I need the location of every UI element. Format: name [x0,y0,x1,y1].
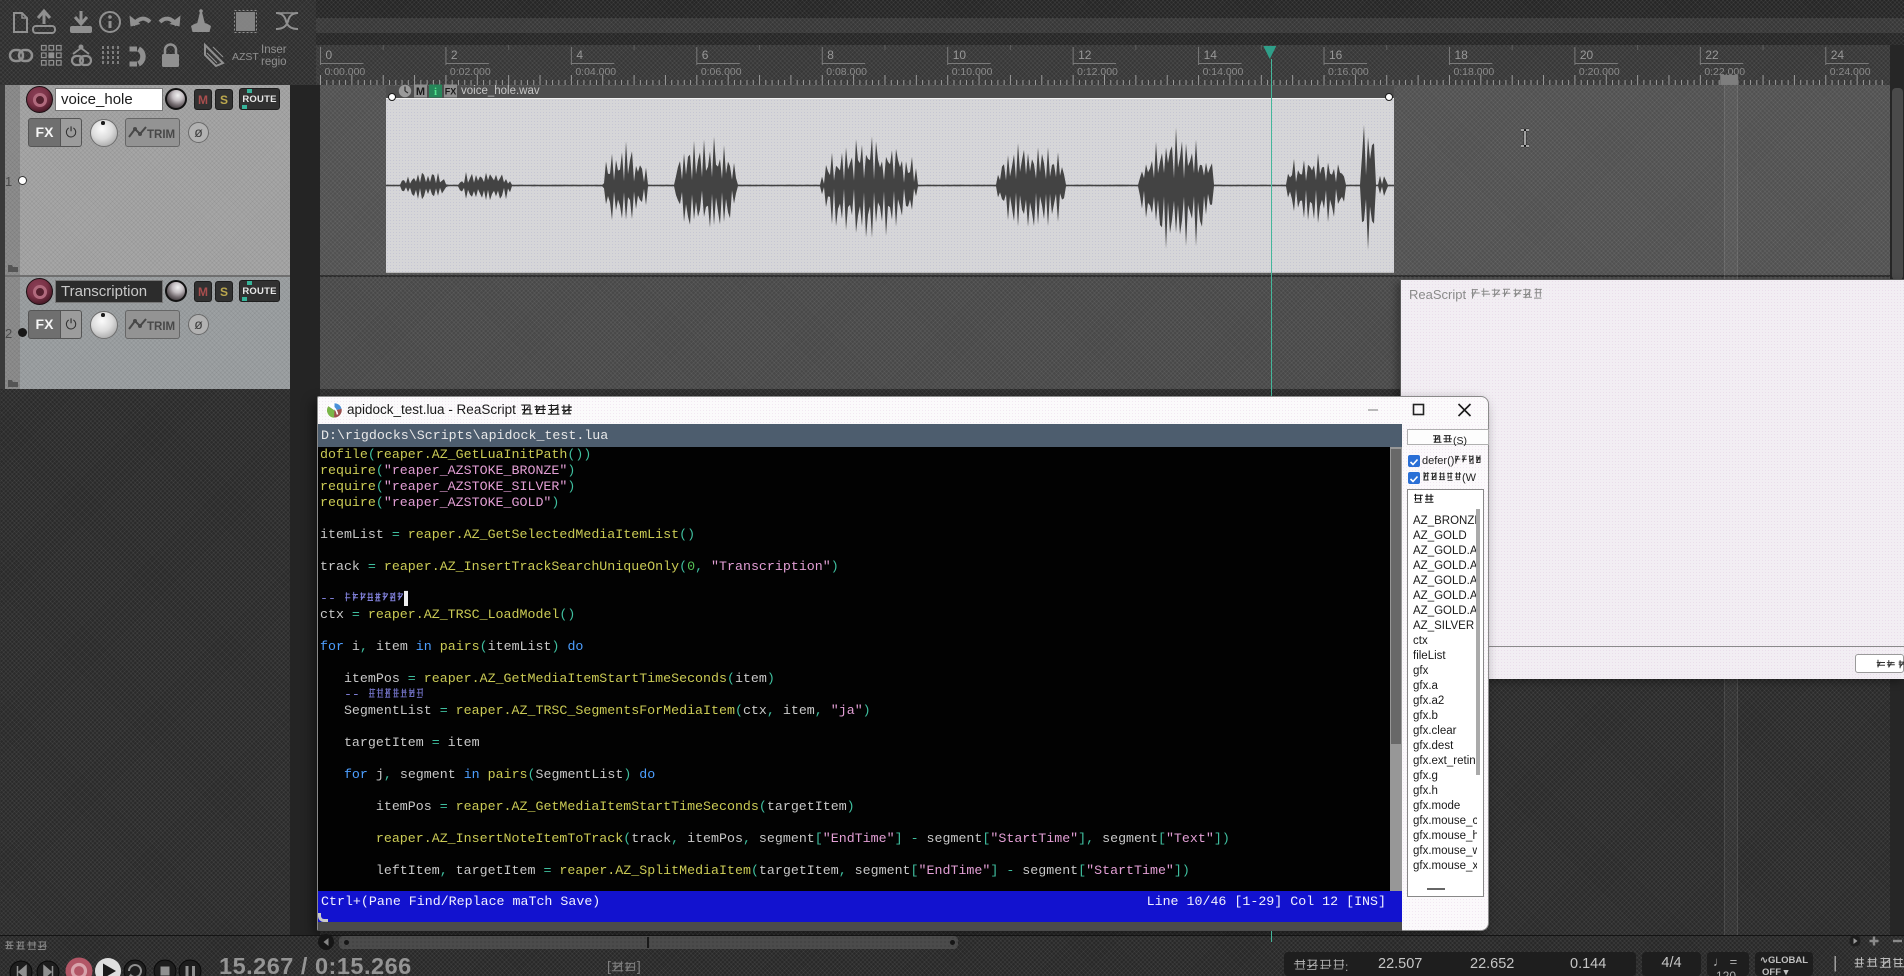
svg-text:regio: regio [261,56,287,68]
svg-text:AZST: AZST [232,51,259,63]
svg-text:0:24.000: 0:24.000 [1830,67,1871,78]
svg-text:14: 14 [1204,48,1218,62]
svg-text:0:18.000: 0:18.000 [1453,67,1494,78]
svg-text:Inser: Inser [261,44,287,56]
svg-text:0:14.000: 0:14.000 [1203,67,1244,78]
svg-text:24: 24 [1831,48,1845,62]
svg-text:20: 20 [1580,48,1594,62]
svg-text:0:10.000: 0:10.000 [952,67,993,78]
svg-text:8: 8 [827,48,834,62]
svg-text:0:16.000: 0:16.000 [1328,67,1369,78]
svg-text:0:04.000: 0:04.000 [575,67,616,78]
svg-text:i: i [434,86,437,98]
svg-text:0:02.000: 0:02.000 [450,67,491,78]
svg-text:2: 2 [451,48,458,62]
svg-text:FX: FX [445,87,457,97]
svg-text:0:20.000: 0:20.000 [1579,67,1620,78]
svg-text:0:12.000: 0:12.000 [1077,67,1118,78]
svg-text:TRIM: TRIM [147,129,175,141]
svg-text:0:08.000: 0:08.000 [826,67,867,78]
svg-text:12: 12 [1078,48,1092,62]
svg-text:6: 6 [702,48,709,62]
svg-text:TRIM: TRIM [147,321,175,333]
svg-text:16: 16 [1329,48,1343,62]
svg-text:M: M [416,86,425,98]
svg-text:18: 18 [1454,48,1468,62]
svg-text:10: 10 [953,48,967,62]
svg-text:0: 0 [325,48,332,62]
svg-text:0:00.000: 0:00.000 [324,67,365,78]
svg-text:22: 22 [1705,48,1719,62]
svg-text:4: 4 [576,48,583,62]
svg-text:0:06.000: 0:06.000 [701,67,742,78]
